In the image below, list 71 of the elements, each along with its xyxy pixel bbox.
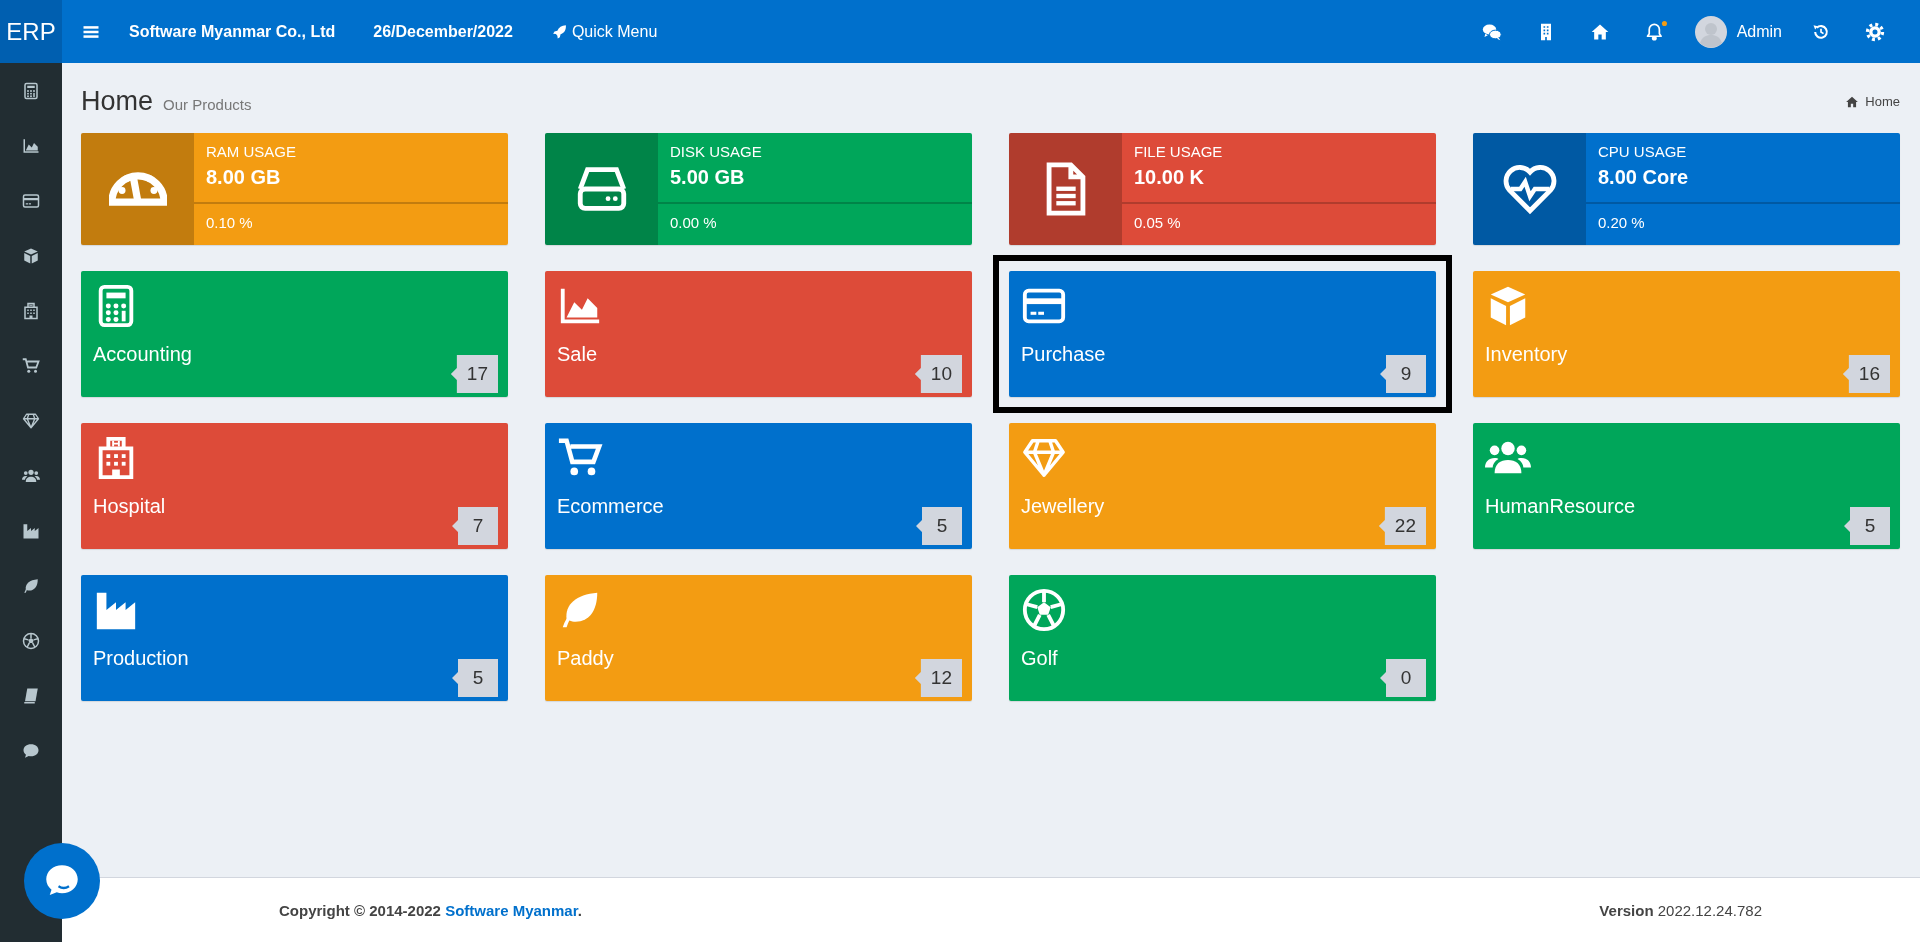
module-name: HumanResource [1485, 495, 1636, 518]
comment-icon[interactable] [22, 741, 40, 760]
stat-value: 5.00 GB [669, 165, 746, 189]
module-tile[interactable]: Production 5 [81, 575, 508, 701]
count-badge: 16 [1842, 355, 1890, 393]
module-name: Golf [1021, 647, 1058, 670]
user-name[interactable]: Admin [1736, 22, 1782, 41]
count-badge: 5 [452, 659, 498, 697]
stat-value: 8.00 GB [205, 165, 282, 189]
date-text: 26/December/2022 [373, 22, 513, 41]
breadcrumb-link[interactable]: Home [1865, 94, 1900, 109]
count-badge: 9 [1380, 355, 1426, 393]
app-logo[interactable]: ERP [0, 0, 62, 63]
cart-icon[interactable] [22, 356, 40, 375]
module-tile[interactable]: Golf 0 [1009, 575, 1436, 701]
module-name: Hospital [93, 495, 166, 518]
stat-label: DISK USAGE [669, 143, 763, 160]
page-subtitle: Our Products [163, 96, 252, 113]
module-tile[interactable]: Inventory 16 [1473, 271, 1900, 397]
module-name: Purchase [1021, 343, 1106, 366]
version-text: Version 2022.12.24.782 [1599, 901, 1762, 919]
settings-icon[interactable] [1865, 21, 1885, 42]
module-name: Paddy [557, 647, 614, 670]
credit-card-icon[interactable] [22, 191, 40, 210]
module-tile[interactable]: Accounting 17 [81, 271, 508, 397]
module-tile[interactable]: HumanResource 5 [1473, 423, 1900, 549]
stat-value: 8.00 Core [1597, 165, 1690, 189]
count-badge: 10 [914, 355, 962, 393]
module-name: Production [93, 647, 189, 670]
stat-label: RAM USAGE [205, 143, 297, 160]
module-name: Jewellery [1021, 495, 1105, 518]
factory-icon[interactable] [22, 521, 40, 540]
module-name: Inventory [1485, 343, 1568, 366]
count-badge: 0 [1380, 659, 1426, 697]
calculator-icon[interactable] [22, 81, 40, 100]
page-title: Home [81, 86, 154, 117]
company-link[interactable]: Software Myanmar [445, 901, 578, 919]
home-icon [1845, 94, 1860, 109]
leaf-icon[interactable] [22, 576, 40, 595]
module-name: Ecommerce [557, 495, 664, 518]
quick-menu-link[interactable]: Quick Menu [550, 22, 658, 41]
module-tile[interactable]: Paddy 12 [545, 575, 972, 701]
count-badge: 12 [914, 659, 962, 697]
count-badge: 7 [452, 507, 498, 545]
module-name: Accounting [93, 343, 192, 366]
stat-percent: 0.00 % [669, 213, 718, 231]
module-tile[interactable]: Jewellery 22 [1009, 423, 1436, 549]
area-chart-icon[interactable] [22, 136, 40, 155]
module-tile[interactable]: Ecommerce 5 [545, 423, 972, 549]
count-badge: 5 [1844, 507, 1890, 545]
stat-label: FILE USAGE [1133, 143, 1224, 160]
diamond-icon[interactable] [22, 411, 40, 430]
stat-percent: 0.10 % [205, 213, 254, 231]
copyright-text: Copyright © 2014-2022 Software Myanmar. [279, 901, 583, 919]
stat-percent: 0.20 % [1597, 213, 1646, 231]
stat-percent: 0.05 % [1133, 213, 1182, 231]
module-tile[interactable]: Purchase 9 [1009, 271, 1436, 397]
module-tile[interactable]: Sale 10 [545, 271, 972, 397]
cube-icon[interactable] [22, 246, 40, 265]
user-avatar[interactable] [1694, 15, 1727, 48]
stat-label: CPU USAGE [1597, 143, 1688, 160]
rocket-icon [550, 23, 568, 40]
company-name: Software Myanmar Co., Ltd [129, 22, 336, 41]
count-badge: 17 [450, 355, 498, 393]
module-name: Sale [557, 343, 598, 366]
stat-value: 10.00 K [1133, 165, 1206, 189]
module-tile[interactable]: Hospital 7 [81, 423, 508, 549]
hospital-icon[interactable] [22, 301, 40, 320]
gauge-icon [108, 171, 167, 207]
count-badge: 5 [916, 507, 962, 545]
count-badge: 22 [1378, 507, 1426, 545]
